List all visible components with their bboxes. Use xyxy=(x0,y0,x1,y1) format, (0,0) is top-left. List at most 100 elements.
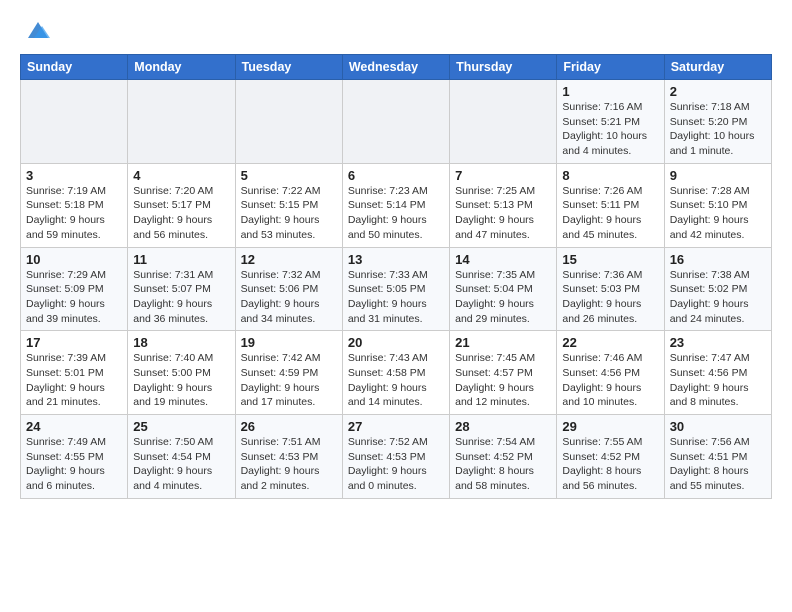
day-number: 11 xyxy=(133,252,229,267)
day-number: 8 xyxy=(562,168,658,183)
weekday-header-thursday: Thursday xyxy=(450,55,557,80)
calendar-cell: 27Sunrise: 7:52 AMSunset: 4:53 PMDayligh… xyxy=(342,415,449,499)
calendar-cell: 5Sunrise: 7:22 AMSunset: 5:15 PMDaylight… xyxy=(235,163,342,247)
day-number: 30 xyxy=(670,419,766,434)
day-detail: Sunrise: 7:22 AMSunset: 5:15 PMDaylight:… xyxy=(241,184,337,243)
calendar-cell xyxy=(342,80,449,164)
day-number: 23 xyxy=(670,335,766,350)
calendar-cell: 19Sunrise: 7:42 AMSunset: 4:59 PMDayligh… xyxy=(235,331,342,415)
day-detail: Sunrise: 7:26 AMSunset: 5:11 PMDaylight:… xyxy=(562,184,658,243)
day-detail: Sunrise: 7:43 AMSunset: 4:58 PMDaylight:… xyxy=(348,351,444,410)
calendar-cell: 29Sunrise: 7:55 AMSunset: 4:52 PMDayligh… xyxy=(557,415,664,499)
calendar-cell: 1Sunrise: 7:16 AMSunset: 5:21 PMDaylight… xyxy=(557,80,664,164)
day-number: 18 xyxy=(133,335,229,350)
day-number: 6 xyxy=(348,168,444,183)
day-number: 28 xyxy=(455,419,551,434)
day-detail: Sunrise: 7:49 AMSunset: 4:55 PMDaylight:… xyxy=(26,435,122,494)
day-number: 21 xyxy=(455,335,551,350)
day-number: 27 xyxy=(348,419,444,434)
day-detail: Sunrise: 7:56 AMSunset: 4:51 PMDaylight:… xyxy=(670,435,766,494)
day-number: 1 xyxy=(562,84,658,99)
calendar-cell: 11Sunrise: 7:31 AMSunset: 5:07 PMDayligh… xyxy=(128,247,235,331)
calendar-week-row: 17Sunrise: 7:39 AMSunset: 5:01 PMDayligh… xyxy=(21,331,772,415)
day-number: 2 xyxy=(670,84,766,99)
header xyxy=(20,16,772,44)
calendar-cell: 3Sunrise: 7:19 AMSunset: 5:18 PMDaylight… xyxy=(21,163,128,247)
calendar-week-row: 1Sunrise: 7:16 AMSunset: 5:21 PMDaylight… xyxy=(21,80,772,164)
calendar-cell: 17Sunrise: 7:39 AMSunset: 5:01 PMDayligh… xyxy=(21,331,128,415)
day-detail: Sunrise: 7:23 AMSunset: 5:14 PMDaylight:… xyxy=(348,184,444,243)
day-number: 22 xyxy=(562,335,658,350)
weekday-header-sunday: Sunday xyxy=(21,55,128,80)
day-number: 9 xyxy=(670,168,766,183)
day-number: 25 xyxy=(133,419,229,434)
calendar-cell: 20Sunrise: 7:43 AMSunset: 4:58 PMDayligh… xyxy=(342,331,449,415)
weekday-header-monday: Monday xyxy=(128,55,235,80)
day-detail: Sunrise: 7:51 AMSunset: 4:53 PMDaylight:… xyxy=(241,435,337,494)
calendar-cell: 21Sunrise: 7:45 AMSunset: 4:57 PMDayligh… xyxy=(450,331,557,415)
day-detail: Sunrise: 7:33 AMSunset: 5:05 PMDaylight:… xyxy=(348,268,444,327)
day-detail: Sunrise: 7:52 AMSunset: 4:53 PMDaylight:… xyxy=(348,435,444,494)
weekday-header-friday: Friday xyxy=(557,55,664,80)
day-detail: Sunrise: 7:16 AMSunset: 5:21 PMDaylight:… xyxy=(562,100,658,159)
day-number: 17 xyxy=(26,335,122,350)
day-detail: Sunrise: 7:25 AMSunset: 5:13 PMDaylight:… xyxy=(455,184,551,243)
day-number: 7 xyxy=(455,168,551,183)
day-detail: Sunrise: 7:28 AMSunset: 5:10 PMDaylight:… xyxy=(670,184,766,243)
calendar-cell xyxy=(450,80,557,164)
day-detail: Sunrise: 7:36 AMSunset: 5:03 PMDaylight:… xyxy=(562,268,658,327)
day-detail: Sunrise: 7:18 AMSunset: 5:20 PMDaylight:… xyxy=(670,100,766,159)
calendar-cell: 23Sunrise: 7:47 AMSunset: 4:56 PMDayligh… xyxy=(664,331,771,415)
day-number: 13 xyxy=(348,252,444,267)
day-number: 5 xyxy=(241,168,337,183)
day-number: 19 xyxy=(241,335,337,350)
calendar-cell: 28Sunrise: 7:54 AMSunset: 4:52 PMDayligh… xyxy=(450,415,557,499)
day-number: 4 xyxy=(133,168,229,183)
day-detail: Sunrise: 7:38 AMSunset: 5:02 PMDaylight:… xyxy=(670,268,766,327)
day-detail: Sunrise: 7:47 AMSunset: 4:56 PMDaylight:… xyxy=(670,351,766,410)
calendar-cell: 25Sunrise: 7:50 AMSunset: 4:54 PMDayligh… xyxy=(128,415,235,499)
calendar-cell: 9Sunrise: 7:28 AMSunset: 5:10 PMDaylight… xyxy=(664,163,771,247)
weekday-header-tuesday: Tuesday xyxy=(235,55,342,80)
calendar-cell: 7Sunrise: 7:25 AMSunset: 5:13 PMDaylight… xyxy=(450,163,557,247)
day-number: 15 xyxy=(562,252,658,267)
day-detail: Sunrise: 7:55 AMSunset: 4:52 PMDaylight:… xyxy=(562,435,658,494)
calendar-week-row: 3Sunrise: 7:19 AMSunset: 5:18 PMDaylight… xyxy=(21,163,772,247)
logo xyxy=(20,16,52,44)
calendar-table: SundayMondayTuesdayWednesdayThursdayFrid… xyxy=(20,54,772,499)
day-detail: Sunrise: 7:32 AMSunset: 5:06 PMDaylight:… xyxy=(241,268,337,327)
day-number: 10 xyxy=(26,252,122,267)
day-number: 14 xyxy=(455,252,551,267)
day-number: 26 xyxy=(241,419,337,434)
day-number: 20 xyxy=(348,335,444,350)
calendar-cell: 14Sunrise: 7:35 AMSunset: 5:04 PMDayligh… xyxy=(450,247,557,331)
calendar-cell: 13Sunrise: 7:33 AMSunset: 5:05 PMDayligh… xyxy=(342,247,449,331)
day-detail: Sunrise: 7:20 AMSunset: 5:17 PMDaylight:… xyxy=(133,184,229,243)
day-detail: Sunrise: 7:35 AMSunset: 5:04 PMDaylight:… xyxy=(455,268,551,327)
day-detail: Sunrise: 7:54 AMSunset: 4:52 PMDaylight:… xyxy=(455,435,551,494)
day-number: 12 xyxy=(241,252,337,267)
day-detail: Sunrise: 7:31 AMSunset: 5:07 PMDaylight:… xyxy=(133,268,229,327)
day-detail: Sunrise: 7:39 AMSunset: 5:01 PMDaylight:… xyxy=(26,351,122,410)
calendar-cell: 24Sunrise: 7:49 AMSunset: 4:55 PMDayligh… xyxy=(21,415,128,499)
day-number: 16 xyxy=(670,252,766,267)
day-detail: Sunrise: 7:45 AMSunset: 4:57 PMDaylight:… xyxy=(455,351,551,410)
day-detail: Sunrise: 7:40 AMSunset: 5:00 PMDaylight:… xyxy=(133,351,229,410)
calendar-cell: 12Sunrise: 7:32 AMSunset: 5:06 PMDayligh… xyxy=(235,247,342,331)
day-number: 29 xyxy=(562,419,658,434)
calendar-cell: 15Sunrise: 7:36 AMSunset: 5:03 PMDayligh… xyxy=(557,247,664,331)
calendar-cell: 22Sunrise: 7:46 AMSunset: 4:56 PMDayligh… xyxy=(557,331,664,415)
day-detail: Sunrise: 7:29 AMSunset: 5:09 PMDaylight:… xyxy=(26,268,122,327)
calendar-cell xyxy=(21,80,128,164)
calendar-cell: 6Sunrise: 7:23 AMSunset: 5:14 PMDaylight… xyxy=(342,163,449,247)
calendar-week-row: 24Sunrise: 7:49 AMSunset: 4:55 PMDayligh… xyxy=(21,415,772,499)
day-number: 24 xyxy=(26,419,122,434)
calendar-cell: 26Sunrise: 7:51 AMSunset: 4:53 PMDayligh… xyxy=(235,415,342,499)
page: SundayMondayTuesdayWednesdayThursdayFrid… xyxy=(0,0,792,519)
calendar-cell: 16Sunrise: 7:38 AMSunset: 5:02 PMDayligh… xyxy=(664,247,771,331)
weekday-header-row: SundayMondayTuesdayWednesdayThursdayFrid… xyxy=(21,55,772,80)
logo-icon xyxy=(24,16,52,44)
day-detail: Sunrise: 7:50 AMSunset: 4:54 PMDaylight:… xyxy=(133,435,229,494)
calendar-cell: 18Sunrise: 7:40 AMSunset: 5:00 PMDayligh… xyxy=(128,331,235,415)
day-detail: Sunrise: 7:46 AMSunset: 4:56 PMDaylight:… xyxy=(562,351,658,410)
